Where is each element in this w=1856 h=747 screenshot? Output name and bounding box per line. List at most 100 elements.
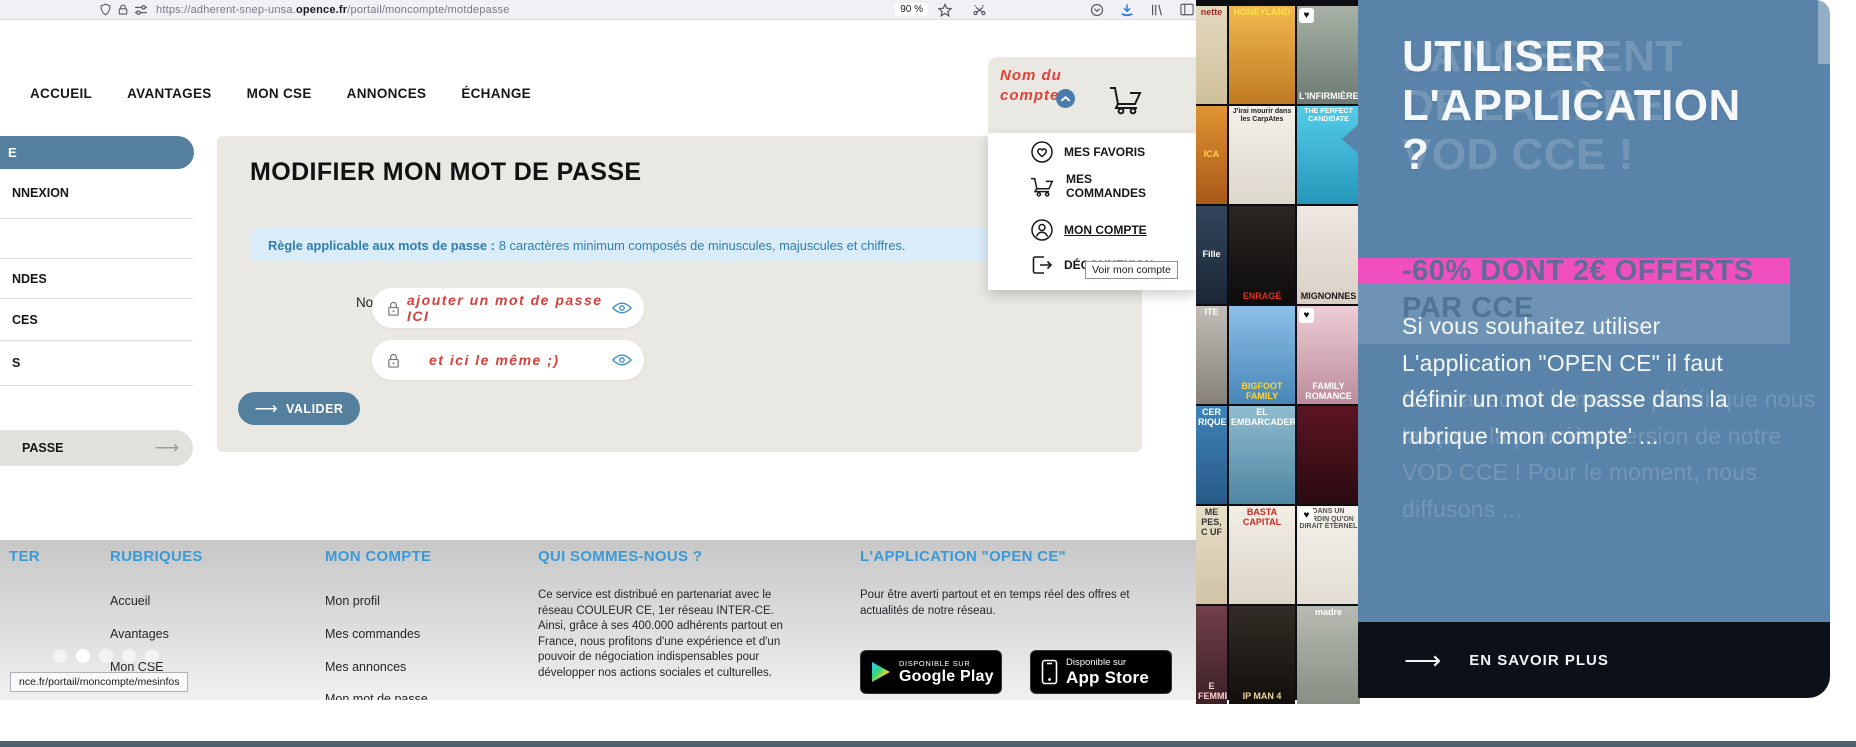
new-password-input[interactable]: ajouter un mot de passe ICI — [372, 288, 644, 328]
carousel-dot-2-active[interactable] — [76, 649, 90, 663]
slide-body: Si vous souhaitez utiliser L'application… — [1402, 313, 1728, 449]
carousel-dot-4[interactable] — [122, 649, 136, 663]
heart-circle-icon — [1030, 140, 1054, 164]
cart-icon[interactable] — [1108, 82, 1146, 116]
download-icon[interactable] — [1118, 2, 1136, 18]
movie-poster[interactable]: ME PES, C UF — [1196, 506, 1227, 604]
url-bar[interactable]: https://adherent-snep-unsa.opence.fr/por… — [156, 4, 510, 16]
movie-poster[interactable]: ICA — [1196, 106, 1227, 204]
valider-button[interactable]: ⟶ VALIDER — [238, 392, 360, 425]
divider — [0, 340, 193, 341]
movie-poster[interactable]: BASTA CAPITAL — [1229, 506, 1295, 604]
footer-link-mes-commandes[interactable]: Mes commandes — [325, 627, 420, 641]
sidebar-item-active-top[interactable]: E — [0, 136, 194, 169]
scrollbar-thumb[interactable] — [1818, 0, 1832, 64]
sidebar-item-favoris[interactable]: S — [12, 356, 20, 370]
favorite-heart-icon[interactable]: ♥ — [1299, 308, 1314, 323]
sidebar-item-annonces[interactable]: CES — [12, 313, 38, 327]
movie-poster-title — [1297, 453, 1360, 457]
movie-poster[interactable]: CER RIQUE — [1196, 406, 1227, 504]
footer-contact-heading: TER — [9, 548, 40, 565]
lock-icon[interactable] — [114, 2, 132, 18]
footer-link-mon-mot-de-passe[interactable]: Mon mot de passe — [325, 692, 428, 700]
menu-item-mon-compte[interactable]: MON COMPTE — [1030, 218, 1147, 242]
shield-icon[interactable] — [96, 2, 114, 18]
lock-icon — [386, 300, 401, 317]
nav-item-accueil[interactable]: ACCUEIL — [30, 86, 92, 101]
movie-poster[interactable]: J'irai mourir dans les CarpAtes — [1229, 106, 1295, 204]
footer-link-avantages[interactable]: Avantages — [110, 627, 169, 641]
movie-poster[interactable]: MIGNONNES — [1297, 206, 1360, 304]
sidebar-toggle-icon[interactable] — [1178, 2, 1196, 18]
movie-poster-title: CER RIQUE — [1198, 407, 1227, 427]
movie-poster-title: ENRAGÉ — [1242, 291, 1282, 302]
arrow-right-icon: ⟶ — [254, 400, 278, 418]
footer-link-mon-profil[interactable]: Mon profil — [325, 594, 380, 608]
footer-rubriques-heading: RUBRIQUES — [110, 548, 203, 565]
favorite-heart-icon[interactable]: ♥ — [1299, 8, 1314, 23]
favorite-heart-icon[interactable]: ♥ — [1299, 508, 1314, 523]
movie-poster-title: IP MAN 4 — [1242, 691, 1282, 702]
browser-toolbar: https://adherent-snep-unsa.opence.fr/por… — [0, 0, 1196, 20]
cart-icon — [1030, 174, 1056, 198]
page-title: MODIFIER MON MOT DE PASSE — [250, 158, 642, 186]
movie-poster[interactable]: IP MAN 4 — [1229, 606, 1295, 704]
chevron-up-icon[interactable] — [1056, 89, 1075, 108]
bookmark-star-icon[interactable] — [936, 2, 954, 18]
footer-qui-sommes-nous-heading: QUI SOMMES-NOUS ? — [538, 548, 703, 565]
movie-poster[interactable]: DANS UN JARDIN QU'ON DIRAIT ÉTERNEL ♥ — [1297, 506, 1360, 604]
nav-item-avantages[interactable]: AVANTAGES — [127, 86, 211, 101]
carousel-dot-3[interactable] — [99, 649, 113, 663]
status-link-preview: nce.fr/portail/moncompte/mesinfos — [10, 672, 189, 692]
google-play-badge[interactable]: DISPONIBLE SUR Google Play — [860, 650, 1002, 694]
account-name[interactable]: Nom du compte — [1000, 66, 1095, 106]
movie-poster[interactable]: madre — [1297, 606, 1360, 704]
footer-about-text: Ce service est distribué en partenariat … — [538, 589, 783, 679]
show-password-icon[interactable] — [612, 353, 632, 367]
arrow-right-icon: ⟶ — [154, 438, 179, 457]
movie-poster-title: nette — [1200, 7, 1223, 17]
sidebar-item-mot-de-passe[interactable]: PASSE ⟶ — [0, 430, 193, 466]
confirm-password-input[interactable]: et ici le même ;) — [372, 340, 644, 380]
carousel-dot-5[interactable] — [145, 649, 159, 663]
movie-poster-title: FAMILY ROMANCE — [1305, 381, 1352, 402]
movie-poster[interactable]: nette — [1196, 6, 1227, 104]
en-savoir-plus-button[interactable]: ⟶ EN SAVOIR PLUS — [1358, 622, 1830, 698]
nav-item-annonces[interactable]: ANNONCES — [347, 86, 427, 101]
movie-poster[interactable]: THE PERFECT CANDIDATE — [1297, 106, 1360, 204]
nav-item-echange[interactable]: ÉCHANGE — [461, 86, 531, 101]
arrow-right-icon: ⟶ — [1404, 644, 1442, 675]
nav-item-mon-cse[interactable]: MON CSE — [247, 86, 312, 101]
footer-link-accueil[interactable]: Accueil — [110, 594, 150, 608]
menu-item-mes-favoris[interactable]: MES FAVORIS — [1030, 140, 1145, 164]
movie-poster[interactable]: FAMILY ROMANCE ♥ — [1297, 306, 1360, 404]
footer-link-mes-annonces[interactable]: Mes annonces — [325, 660, 406, 674]
user-circle-icon — [1030, 218, 1054, 242]
zoom-level-badge[interactable]: 90 % — [895, 3, 928, 16]
movie-poster[interactable]: EL EMBARCADERO — [1229, 406, 1295, 504]
permissions-icon[interactable] — [132, 2, 150, 18]
movie-poster[interactable]: L'INFIRMIÈRE ♥ — [1297, 6, 1360, 104]
movie-poster-title: MIGNONNES — [1300, 291, 1357, 302]
movie-poster-title: ITE — [1204, 307, 1219, 317]
library-icon[interactable] — [1148, 2, 1166, 18]
menu-item-mes-commandes[interactable]: MES COMMANDES — [1030, 172, 1158, 200]
carousel-dot-1[interactable] — [53, 649, 67, 663]
footer-application-heading: L'APPLICATION "OPEN CE" — [860, 548, 1067, 565]
google-play-icon — [871, 661, 891, 683]
screenshot-icon[interactable] — [970, 2, 988, 18]
movie-poster[interactable]: HONEYLAND — [1229, 6, 1295, 104]
show-password-icon[interactable] — [612, 301, 632, 315]
app-store-badge[interactable]: Disponible sur App Store — [1030, 650, 1172, 694]
movie-poster-title: ME PES, C UF — [1201, 507, 1222, 537]
sidebar-item-connexion[interactable]: NNEXION — [12, 186, 69, 200]
pocket-icon[interactable] — [1088, 2, 1106, 18]
movie-poster[interactable]: BIGFOOT FAMILY — [1229, 306, 1295, 404]
apple-device-icon — [1041, 659, 1058, 685]
sidebar-item-commandes[interactable]: NDES — [12, 272, 47, 286]
movie-poster[interactable]: ENRAGÉ — [1229, 206, 1295, 304]
movie-poster[interactable]: Fille — [1196, 206, 1227, 304]
movie-poster[interactable]: ITE — [1196, 306, 1227, 404]
movie-poster[interactable]: E FEMME — [1196, 606, 1227, 704]
movie-poster[interactable] — [1297, 406, 1360, 504]
